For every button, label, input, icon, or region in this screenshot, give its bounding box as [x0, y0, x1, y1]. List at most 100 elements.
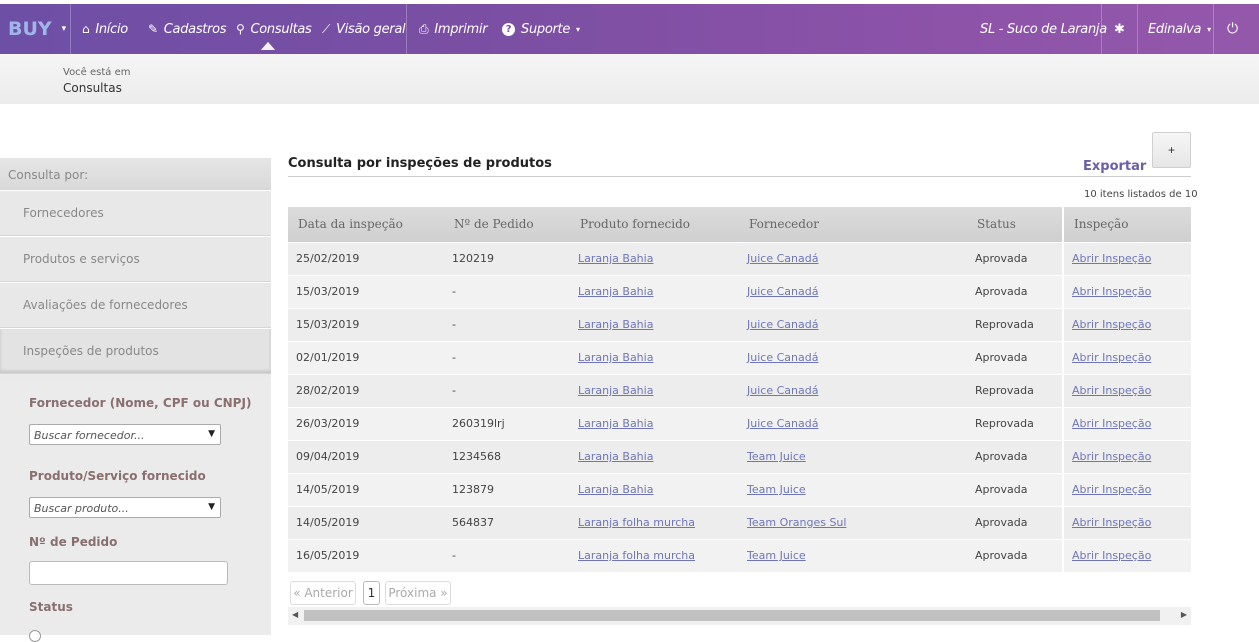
product-select[interactable]: Buscar produto... ▼: [29, 497, 221, 518]
table-row: 14/05/2019 564837 Laranja folha murcha Team…: [288, 505, 1191, 539]
column-header[interactable]: Nº de Pedido: [444, 207, 570, 242]
add-button[interactable]: +: [1152, 132, 1191, 168]
user-menu[interactable]: Edinalva ▾: [1148, 4, 1211, 54]
nav-divider: [406, 4, 407, 54]
pagination-next[interactable]: Próxima »: [385, 581, 451, 605]
cell-status: Reprovada: [967, 406, 1063, 440]
nav-suporte[interactable]: ? Suporte ▾: [502, 4, 580, 54]
cell-supplier: Team Juice: [739, 439, 967, 473]
cell-supplier-link[interactable]: Juice Canadá: [747, 285, 818, 298]
sidebar-item-inspecoes[interactable]: Inspeções de produtos: [0, 328, 271, 374]
settings-icon[interactable]: ✱: [1114, 4, 1125, 54]
cell-supplier: Juice Canadá: [739, 241, 967, 275]
cell-supplier: Juice Canadá: [739, 307, 967, 341]
nav-inicio[interactable]: ⌂ Início: [82, 4, 128, 54]
cell-date: 26/03/2019: [288, 406, 444, 440]
cell-inspection-link[interactable]: Abrir Inspeção: [1072, 516, 1151, 529]
sidebar-item-produtos[interactable]: Produtos e serviços: [0, 236, 271, 282]
cell-inspection: Abrir Inspeção: [1062, 307, 1191, 341]
column-header[interactable]: Produto fornecido: [570, 207, 739, 242]
cell-supplier-link[interactable]: Team Juice: [747, 483, 806, 496]
cell-product-link[interactable]: Laranja Bahia: [578, 417, 653, 430]
supplier-select[interactable]: Buscar fornecedor... ▼: [29, 424, 221, 445]
scrollbar-thumb[interactable]: [304, 610, 1160, 621]
cell-inspection-link[interactable]: Abrir Inspeção: [1072, 351, 1151, 364]
cell-supplier-link[interactable]: Team Juice: [747, 549, 806, 562]
scroll-right-icon[interactable]: ▶: [1181, 610, 1187, 619]
cell-product-link[interactable]: Laranja Bahia: [578, 450, 653, 463]
cell-product-link[interactable]: Laranja Bahia: [578, 483, 653, 496]
nav-divider: [70, 4, 71, 54]
horizontal-scrollbar[interactable]: ◀ ▶: [288, 607, 1191, 625]
caret-down-icon: ▾: [576, 24, 580, 34]
cell-product-link[interactable]: Laranja Bahia: [578, 252, 653, 265]
scroll-left-icon[interactable]: ◀: [292, 610, 298, 619]
column-header[interactable]: Inspeção: [1062, 207, 1191, 242]
cell-status: Aprovada: [967, 274, 1063, 308]
cell-inspection-link[interactable]: Abrir Inspeção: [1072, 549, 1151, 562]
cell-supplier-link[interactable]: Juice Canadá: [747, 252, 818, 265]
cell-product-link[interactable]: Laranja Bahia: [578, 351, 653, 364]
cell-date: 09/04/2019: [288, 439, 444, 473]
cell-product-link[interactable]: Laranja Bahia: [578, 318, 653, 331]
company-name[interactable]: SL - Suco de Laranja: [980, 4, 1107, 54]
cell-product-link[interactable]: Laranja folha murcha: [578, 549, 695, 562]
cell-inspection-link[interactable]: Abrir Inspeção: [1072, 318, 1151, 331]
help-icon: ?: [502, 22, 515, 36]
sidebar-item-fornecedores[interactable]: Fornecedores: [0, 190, 271, 236]
brand-menu[interactable]: BUY ▾: [8, 4, 66, 54]
nav-divider: [1213, 4, 1214, 54]
breadcrumb-current: Consultas: [63, 81, 122, 95]
cell-inspection-link[interactable]: Abrir Inspeção: [1072, 417, 1151, 430]
cell-supplier-link[interactable]: Juice Canadá: [747, 384, 818, 397]
cell-status: Aprovada: [967, 472, 1063, 506]
search-icon: ⚲: [236, 22, 245, 36]
caret-down-icon: ▾: [61, 24, 67, 34]
export-button[interactable]: Exportar: [1083, 159, 1146, 174]
cell-inspection-link[interactable]: Abrir Inspeção: [1072, 285, 1151, 298]
cell-inspection-link[interactable]: Abrir Inspeção: [1072, 252, 1151, 265]
status-radio[interactable]: [29, 630, 41, 642]
nav-label: Consultas: [250, 21, 312, 37]
cell-supplier-link[interactable]: Juice Canadá: [747, 417, 818, 430]
brand-logo: BUY: [8, 18, 52, 40]
cell-supplier-link[interactable]: Team Oranges Sul: [747, 516, 846, 529]
query-sidebar: Consulta por: Fornecedores Produtos e se…: [0, 158, 271, 635]
nav-label: Início: [95, 21, 128, 37]
column-header[interactable]: Status: [967, 207, 1063, 242]
nav-imprimir[interactable]: ⎙ Imprimir: [419, 4, 488, 54]
pencil-icon: ✎: [148, 22, 158, 36]
cell-supplier-link[interactable]: Juice Canadá: [747, 351, 818, 364]
cell-product-link[interactable]: Laranja folha murcha: [578, 516, 695, 529]
cell-product: Laranja Bahia: [570, 307, 739, 341]
inspections-table: Data da inspeção Nº de Pedido Produto fo…: [288, 207, 1191, 572]
cell-product-link[interactable]: Laranja Bahia: [578, 384, 653, 397]
nav-label: Imprimir: [434, 21, 488, 37]
sidebar-item-avaliacoes[interactable]: Avaliações de fornecedores: [0, 282, 271, 328]
cell-inspection-link[interactable]: Abrir Inspeção: [1072, 483, 1151, 496]
column-header[interactable]: Fornecedor: [739, 207, 967, 242]
cell-inspection: Abrir Inspeção: [1062, 274, 1191, 308]
cell-product: Laranja Bahia: [570, 241, 739, 275]
pagination-prev[interactable]: « Anterior: [290, 581, 356, 605]
cell-supplier-link[interactable]: Team Juice: [747, 450, 806, 463]
table-row: 09/04/2019 1234568 Laranja Bahia Team Juice…: [288, 439, 1191, 473]
cell-product: Laranja Bahia: [570, 340, 739, 374]
cell-supplier-link[interactable]: Juice Canadá: [747, 318, 818, 331]
cell-supplier: Team Juice: [739, 472, 967, 506]
cell-product-link[interactable]: Laranja Bahia: [578, 285, 653, 298]
column-header[interactable]: Data da inspeção: [288, 207, 444, 242]
cell-date: 02/01/2019: [288, 340, 444, 374]
power-icon[interactable]: ⏻: [1227, 4, 1238, 54]
nav-cadastros[interactable]: ✎ Cadastros: [148, 4, 227, 54]
pagination-page[interactable]: 1: [363, 581, 380, 605]
nav-visao-geral[interactable]: ⟋ Visão geral: [322, 4, 406, 54]
cell-inspection-link[interactable]: Abrir Inspeção: [1072, 384, 1151, 397]
order-filter-label: Nº de Pedido: [29, 535, 118, 549]
results-count: 10 itens listados de 10: [1084, 189, 1198, 200]
nav-divider: [1101, 4, 1102, 54]
cell-order: 260319lrj: [444, 406, 570, 440]
order-number-input[interactable]: [29, 561, 228, 585]
table-row: 02/01/2019- Laranja Bahia Juice Canadá Apro…: [288, 340, 1191, 374]
cell-inspection-link[interactable]: Abrir Inspeção: [1072, 450, 1151, 463]
